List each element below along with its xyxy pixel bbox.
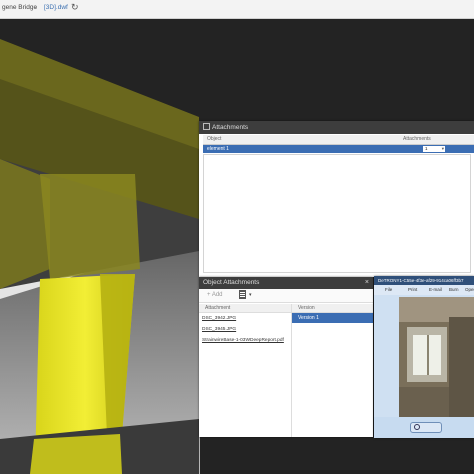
- breadcrumb-file[interactable]: [3D].dwf: [44, 4, 68, 11]
- chevron-down-icon[interactable]: ▾: [249, 292, 252, 298]
- magnifier-icon[interactable]: [414, 424, 420, 430]
- attachments-header: Object Attachments: [203, 135, 474, 145]
- attachments-row[interactable]: element 1 1 ▾: [203, 145, 474, 153]
- photo-viewer-titlebar[interactable]: DeTRONY1-C55e-4f3e-af29-914ca06ff3b7: [374, 276, 474, 285]
- chevron-down-icon: ▾: [441, 146, 444, 151]
- close-icon[interactable]: ×: [365, 277, 369, 289]
- menu-email[interactable]: E-mail: [429, 285, 442, 295]
- photo-viewer-window[interactable]: DeTRONY1-C55e-4f3e-af29-914ca06ff3b7 Fil…: [374, 276, 474, 438]
- list-item[interactable]: DSC_3945.JPG: [199, 324, 291, 335]
- attachments-window[interactable]: Attachments Object Attachments element 1…: [199, 121, 474, 277]
- document-icon[interactable]: [239, 290, 246, 299]
- column-upper: [40, 174, 140, 279]
- breadcrumb-project[interactable]: gene Bridge: [2, 4, 37, 11]
- refresh-icon[interactable]: ↻: [71, 2, 79, 13]
- photo-pier: [449, 317, 474, 417]
- photo-viewer-title: DeTRONY1-C55e-4f3e-af29-914ca06ff3b7: [378, 278, 464, 283]
- photo-mullion: [427, 335, 429, 375]
- column-attachment[interactable]: Attachment: [199, 304, 291, 313]
- menu-print[interactable]: Print: [408, 285, 417, 295]
- object-attachments-window[interactable]: Object Attachments × + Add ▾ Attachment …: [199, 277, 373, 437]
- photo-viewer-menubar: File Print E-mail Burn Open: [374, 285, 474, 295]
- photo-viewer-controls: [374, 417, 474, 438]
- object-name: element 1: [207, 146, 229, 152]
- object-attachments-toolbar: + Add ▾: [199, 289, 373, 303]
- zoom-control[interactable]: [410, 422, 442, 433]
- photo-image: [399, 297, 474, 417]
- menu-open[interactable]: Open: [465, 285, 474, 295]
- attachments-list-area: [203, 154, 471, 273]
- menu-file[interactable]: File: [385, 285, 392, 295]
- version-item[interactable]: Version 1: [292, 313, 373, 323]
- attachments-title: Attachments: [212, 124, 249, 131]
- attachment-list: Attachment DSC_3942.JPG DSC_3945.JPG Str…: [199, 304, 291, 437]
- photo-floor: [399, 387, 449, 417]
- object-attachments-title: Object Attachments: [203, 279, 260, 286]
- window-icon: [203, 123, 210, 130]
- address-bar: gene Bridge › [3D].dwf ↻: [0, 0, 474, 19]
- column-object[interactable]: Object: [207, 135, 221, 144]
- add-button[interactable]: + Add: [207, 292, 223, 298]
- attachments-titlebar[interactable]: Attachments: [199, 121, 474, 134]
- column-base: [30, 434, 122, 474]
- column-attachments[interactable]: Attachments: [403, 135, 431, 144]
- menu-burn[interactable]: Burn: [449, 285, 459, 295]
- version-list: Version Version 1: [291, 304, 373, 437]
- photo-drawing: [399, 297, 474, 417]
- list-item[interactable]: StrainwireBase-1-03WDeepReport.pdf: [199, 335, 291, 346]
- column-version[interactable]: Version: [292, 304, 373, 313]
- list-item[interactable]: DSC_3942.JPG: [199, 313, 291, 324]
- attachment-count: 1: [425, 146, 428, 151]
- object-attachments-titlebar[interactable]: Object Attachments ×: [199, 277, 373, 289]
- attachment-count-select[interactable]: 1 ▾: [423, 146, 445, 152]
- breadcrumb-separator: ›: [35, 4, 38, 11]
